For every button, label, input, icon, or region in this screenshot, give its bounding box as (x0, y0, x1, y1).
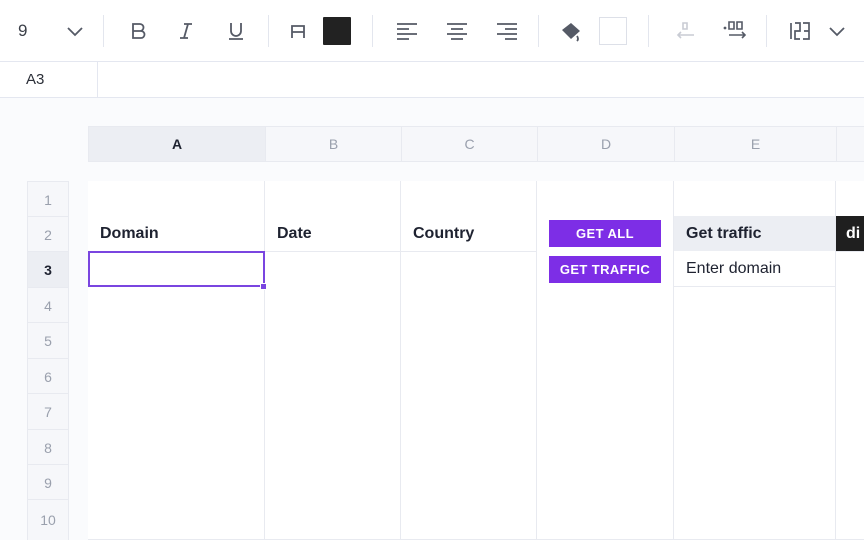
row-header-4[interactable]: 4 (27, 287, 69, 323)
fill-color-swatch[interactable] (599, 17, 627, 45)
italic-icon[interactable] (174, 14, 198, 48)
row-header-6[interactable]: 6 (27, 358, 69, 394)
align-right-icon[interactable] (495, 14, 519, 48)
cell-b8[interactable] (265, 429, 401, 465)
cell-d1[interactable] (537, 181, 674, 217)
column-header-d[interactable]: D (537, 126, 674, 162)
fill-handle[interactable] (260, 283, 267, 290)
cell-b2[interactable]: Date (265, 216, 401, 252)
text-color-icon[interactable] (286, 14, 310, 48)
formula-bar: A3 (0, 62, 864, 98)
column-header-f[interactable] (836, 126, 864, 162)
spreadsheet-app: 9 A3 A B C D E 1 2 3 4 5 6 7 8 9 10 Doma… (0, 0, 864, 540)
decrease-decimal-icon[interactable] (671, 14, 697, 48)
cell-e7[interactable] (674, 393, 836, 430)
cell-e6[interactable] (674, 358, 836, 394)
cell-a10[interactable] (88, 499, 265, 540)
row-header-9[interactable]: 9 (27, 464, 69, 500)
chevron-down-icon[interactable] (62, 14, 88, 48)
cell-d8[interactable] (537, 429, 674, 465)
cell-f6[interactable] (836, 358, 864, 394)
cell-c7[interactable] (401, 393, 537, 430)
cell-b4[interactable] (265, 287, 401, 323)
row-header-5[interactable]: 5 (27, 322, 69, 358)
cell-e5[interactable] (674, 322, 836, 359)
cell-c3[interactable] (401, 251, 537, 288)
cell-e9[interactable] (674, 464, 836, 500)
row-header-7[interactable]: 7 (27, 393, 69, 429)
cell-e4[interactable] (674, 287, 836, 323)
cell-b1[interactable] (265, 181, 401, 217)
cell-a7[interactable] (88, 393, 265, 430)
cell-b6[interactable] (265, 358, 401, 394)
cell-d9[interactable] (537, 464, 674, 500)
cell-f4[interactable] (836, 287, 864, 323)
bold-icon[interactable] (126, 14, 150, 48)
cell-f2[interactable]: di (836, 216, 864, 252)
cell-e10[interactable] (674, 499, 836, 540)
cell-c9[interactable] (401, 464, 537, 500)
font-size-select[interactable]: 9 (18, 14, 48, 48)
align-center-icon[interactable] (445, 14, 469, 48)
cell-e2[interactable]: Get traffic (674, 216, 836, 252)
number-format-icon[interactable] (786, 14, 816, 48)
cell-c5[interactable] (401, 322, 537, 359)
cell-d6[interactable] (537, 358, 674, 394)
cell-e1[interactable] (674, 181, 836, 217)
formula-input[interactable] (99, 62, 864, 97)
cell-d7[interactable] (537, 393, 674, 430)
column-header-c[interactable]: C (401, 126, 537, 162)
cell-c8[interactable] (401, 429, 537, 465)
toolbar: 9 (0, 0, 864, 62)
cell-reference[interactable]: A3 (0, 62, 98, 97)
cell-f7[interactable] (836, 393, 864, 430)
selected-cell-a3[interactable] (88, 251, 265, 287)
cell-f3[interactable] (836, 251, 864, 288)
cell-c6[interactable] (401, 358, 537, 394)
cell-c4[interactable] (401, 287, 537, 323)
column-header-e[interactable]: E (674, 126, 836, 162)
fill-color-icon[interactable] (558, 14, 584, 48)
cell-c1[interactable] (401, 181, 537, 217)
column-header-b[interactable]: B (265, 126, 401, 162)
cell-e3[interactable]: Enter domain (674, 251, 836, 287)
chevron-down-icon[interactable] (824, 14, 850, 48)
cell-b9[interactable] (265, 464, 401, 500)
row-header-10[interactable]: 10 (27, 499, 69, 540)
cell-f10[interactable] (836, 499, 864, 540)
text-color-swatch[interactable] (323, 17, 351, 45)
row-header-3[interactable]: 3 (27, 251, 69, 287)
increase-decimal-icon[interactable] (720, 14, 750, 48)
cell-a9[interactable] (88, 464, 265, 500)
get-traffic-button[interactable]: GET TRAFFIC (549, 256, 661, 283)
cell-a6[interactable] (88, 358, 265, 394)
cell-f9[interactable] (836, 464, 864, 500)
cell-a8[interactable] (88, 429, 265, 465)
cell-a2[interactable]: Domain (88, 216, 265, 252)
cell-e8[interactable] (674, 429, 836, 465)
cell-f8[interactable] (836, 429, 864, 465)
cell-b10[interactable] (265, 499, 401, 540)
cell-b5[interactable] (265, 322, 401, 359)
cell-c2[interactable]: Country (401, 216, 537, 252)
cell-f5[interactable] (836, 322, 864, 359)
cell-d4[interactable] (537, 287, 674, 323)
cell-c10[interactable] (401, 499, 537, 540)
cell-a1[interactable] (88, 181, 265, 217)
cell-a4[interactable] (88, 287, 265, 323)
cell-d5[interactable] (537, 322, 674, 359)
row-header-8[interactable]: 8 (27, 429, 69, 465)
cell-f1[interactable] (836, 181, 864, 217)
underline-icon[interactable] (224, 14, 248, 48)
row-header-2[interactable]: 2 (27, 216, 69, 252)
align-left-icon[interactable] (395, 14, 419, 48)
row-header-1[interactable]: 1 (27, 181, 69, 217)
get-all-button[interactable]: GET ALL (549, 220, 661, 247)
cell-b7[interactable] (265, 393, 401, 430)
column-header-a[interactable]: A (88, 126, 265, 162)
cell-b3[interactable] (265, 251, 401, 288)
cell-a5[interactable] (88, 322, 265, 359)
font-size-value: 9 (18, 21, 28, 40)
cell-d10[interactable] (537, 499, 674, 540)
